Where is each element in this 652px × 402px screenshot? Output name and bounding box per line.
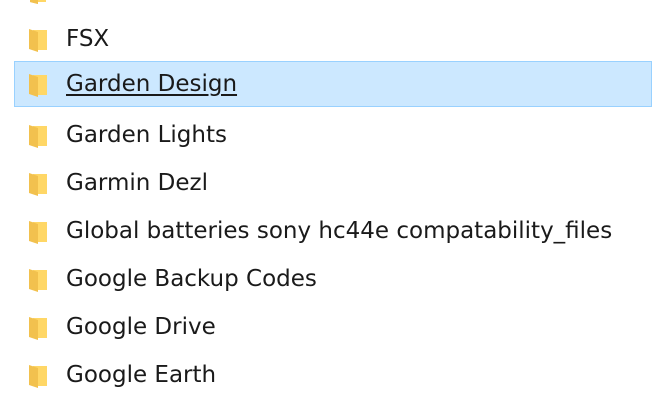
folder-icon [29, 173, 47, 196]
file-list-item-selected[interactable]: Garden Design [14, 61, 652, 107]
folder-icon [29, 221, 47, 244]
folder-icon [29, 365, 47, 388]
file-list: FSX Garden Design Garden Lights Garmin D… [0, 0, 652, 402]
file-list-item-label: Garden Lights [66, 122, 227, 148]
file-list-item-label: Google Earth [66, 362, 217, 388]
file-list-item-label: Garmin Dezl [66, 170, 208, 196]
file-list-item[interactable]: FSX [14, 16, 652, 62]
file-list-item-label: Google Backup Codes [66, 266, 317, 292]
folder-icon [30, 0, 46, 4]
file-list-item[interactable]: Google Earth [14, 352, 652, 398]
file-list-item[interactable]: Global batteries sony hc44e compatabilit… [14, 208, 652, 254]
file-list-item-label: Global batteries sony hc44e compatabilit… [66, 218, 613, 244]
file-list-item[interactable]: Garden Lights [14, 112, 652, 158]
file-list-item-label: Garden Design [66, 71, 238, 97]
folder-icon [29, 317, 47, 340]
file-list-item[interactable] [14, 0, 652, 14]
file-list-item[interactable]: Garmin Dezl [14, 160, 652, 206]
file-list-item-label: FSX [66, 26, 110, 52]
file-list-item[interactable]: Google Drive [14, 304, 652, 350]
folder-icon [29, 269, 47, 292]
folder-icon [29, 29, 47, 52]
file-list-item-label: Google Drive [66, 314, 216, 340]
folder-icon [29, 74, 47, 97]
file-list-item[interactable]: Google Backup Codes [14, 256, 652, 302]
folder-icon [29, 125, 47, 148]
